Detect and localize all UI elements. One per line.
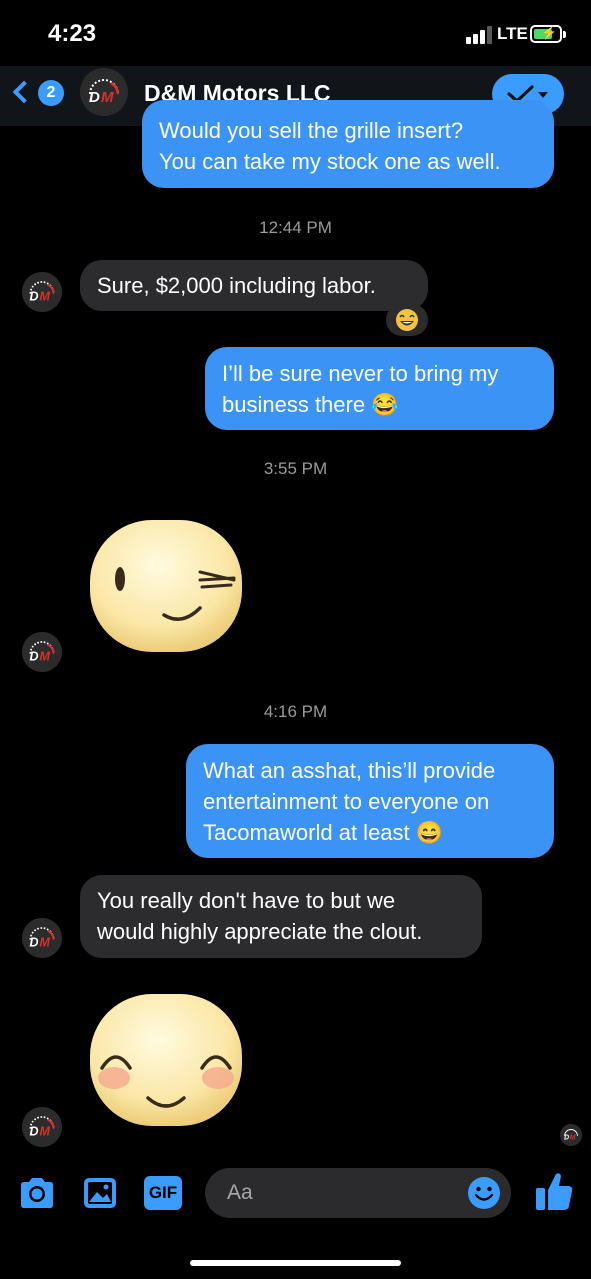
message-composer: GIF Aa bbox=[0, 1156, 591, 1279]
sender-avatar[interactable]: D M bbox=[22, 918, 62, 958]
message-text-line: business there 😂 bbox=[222, 392, 399, 417]
dm-logo-icon: D M bbox=[22, 632, 62, 672]
smiling-blush-face-sticker[interactable] bbox=[88, 992, 244, 1128]
incoming-message[interactable]: You really don't have to but we would hi… bbox=[80, 875, 482, 958]
svg-text:D: D bbox=[30, 649, 39, 663]
svg-text:D: D bbox=[564, 1135, 569, 1142]
svg-text:D: D bbox=[30, 1124, 39, 1138]
message-reaction[interactable] bbox=[386, 304, 428, 336]
gif-icon[interactable]: GIF bbox=[144, 1176, 182, 1210]
dm-logo-icon: D M bbox=[22, 918, 62, 958]
sender-avatar[interactable]: D M bbox=[22, 632, 62, 672]
svg-text:M: M bbox=[570, 1135, 576, 1142]
sender-avatar[interactable]: D M bbox=[22, 272, 62, 312]
svg-text:M: M bbox=[40, 289, 51, 303]
dm-logo-icon: D M bbox=[560, 1124, 582, 1146]
network-type: LTE bbox=[497, 24, 528, 43]
status-bar: 4:23 LTE ⚡ bbox=[0, 0, 591, 66]
timestamp: 3:55 PM bbox=[263, 459, 328, 478]
read-receipt-avatar: D M bbox=[560, 1124, 582, 1146]
sender-avatar[interactable]: D M bbox=[22, 1107, 62, 1147]
outgoing-message[interactable]: Would you sell the grille insert? You ca… bbox=[142, 100, 554, 188]
message-text-line: entertainment to everyone on bbox=[203, 789, 490, 814]
svg-text:D: D bbox=[30, 289, 39, 303]
back-button[interactable]: 2 bbox=[12, 78, 64, 110]
message-text-line: You can take my stock one as well. bbox=[159, 149, 501, 174]
svg-text:M: M bbox=[40, 649, 51, 663]
message-text-line: Would you sell the grille insert? bbox=[159, 118, 464, 143]
status-time: 4:23 bbox=[48, 20, 97, 47]
camera-icon[interactable] bbox=[18, 1176, 56, 1210]
winking-face-sticker[interactable] bbox=[88, 518, 244, 654]
incoming-message[interactable]: Sure, $2,000 including labor. bbox=[80, 260, 428, 311]
timestamp: 4:16 PM bbox=[263, 702, 328, 721]
message-text-line: Tacomaworld at least 😄 bbox=[203, 820, 444, 845]
svg-text:M: M bbox=[40, 935, 51, 949]
message-text-line: would highly appreciate the clout. bbox=[97, 919, 423, 944]
unread-count-badge: 2 bbox=[38, 80, 64, 106]
dm-logo-icon: D M bbox=[22, 1107, 62, 1147]
back-chevron-icon bbox=[12, 80, 36, 104]
svg-text:D: D bbox=[89, 89, 100, 106]
home-indicator[interactable] bbox=[190, 1260, 401, 1266]
svg-text:D: D bbox=[30, 935, 39, 949]
message-text-line: I’ll be sure never to bring my bbox=[222, 361, 499, 386]
outgoing-message[interactable]: I’ll be sure never to bring my business … bbox=[205, 347, 554, 430]
svg-text:M: M bbox=[101, 89, 114, 106]
message-input-placeholder: Aa bbox=[227, 1181, 253, 1204]
thumbs-up-icon[interactable] bbox=[534, 1170, 574, 1212]
svg-text:M: M bbox=[40, 1124, 51, 1138]
image-icon[interactable] bbox=[82, 1176, 118, 1210]
message-text-line: What an asshat, this’ll provide bbox=[203, 758, 496, 783]
message-input[interactable]: Aa bbox=[205, 1168, 511, 1218]
battery-icon: ⚡ bbox=[530, 25, 566, 43]
contact-avatar[interactable]: D M bbox=[80, 68, 128, 116]
message-text-line: Sure, $2,000 including labor. bbox=[97, 273, 376, 298]
outgoing-message[interactable]: What an asshat, this’ll provide entertai… bbox=[186, 744, 554, 858]
dm-logo-icon: D M bbox=[80, 68, 128, 116]
message-text-line: You really don't have to but we bbox=[97, 888, 396, 913]
emoji-icon[interactable] bbox=[467, 1176, 501, 1210]
signal-strength-icon bbox=[466, 26, 492, 44]
laughing-face-reaction-icon bbox=[396, 309, 418, 331]
dm-logo-icon: D M bbox=[22, 272, 62, 312]
timestamp: 12:44 PM bbox=[259, 218, 332, 237]
